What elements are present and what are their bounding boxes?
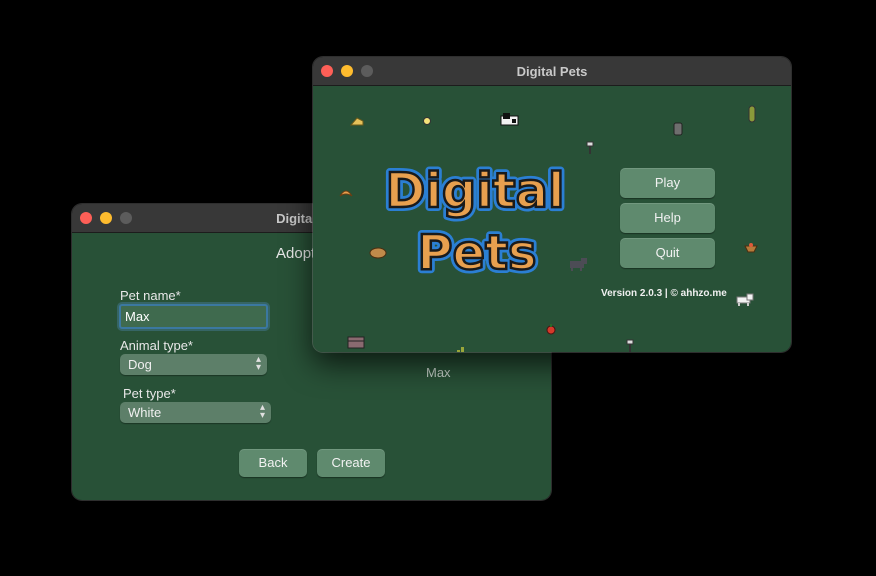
cheese-icon	[350, 117, 364, 126]
logo-line1-outline: Digital	[386, 163, 565, 219]
pet-preview-name: Max	[426, 365, 451, 380]
lamp-post-icon	[626, 339, 634, 352]
pet-type-select[interactable]: White ▴ ▾	[120, 402, 271, 423]
main-titlebar[interactable]: Digital Pets	[313, 57, 791, 86]
barrel-icon	[673, 122, 683, 136]
back-button[interactable]: Back	[239, 449, 307, 477]
animal-type-value: Dog	[128, 357, 152, 372]
pet-type-label: Pet type*	[123, 386, 176, 401]
animal-type-select[interactable]: Dog ▴ ▾	[120, 354, 267, 375]
chest-icon	[347, 336, 365, 349]
croissant-icon	[339, 190, 353, 197]
logo-line2-outline: Pets	[417, 225, 536, 281]
white-dog-icon	[736, 293, 754, 306]
apple-icon	[546, 324, 556, 335]
quit-button[interactable]: Quit	[620, 238, 715, 268]
pet-type-value: White	[128, 405, 162, 420]
bowl-icon	[744, 243, 758, 253]
lamp-post-icon	[586, 141, 594, 154]
select-chevron-icon: ▴ ▾	[255, 354, 261, 373]
play-button[interactable]: Play	[620, 168, 715, 198]
dog-icon	[570, 258, 587, 271]
digital-pets-logo: Digital Digital Pets Pets	[385, 159, 565, 283]
select-chevron-icon: ▴ ▾	[259, 402, 265, 421]
pet-name-label: Pet name*	[120, 288, 181, 303]
page-heading: Adopt	[276, 245, 316, 262]
main-menu-window: Digital Pets Digital Digital Pets Pets P…	[313, 57, 791, 352]
chick-icon	[423, 117, 431, 125]
grass-icon	[457, 347, 464, 352]
window-title: Digital Pets	[516, 64, 588, 79]
cactus-icon	[748, 105, 756, 123]
version-text: Version 2.0.3 | © ahhzo.me	[601, 288, 727, 299]
animal-type-label: Animal type*	[120, 338, 193, 353]
cow-icon	[500, 113, 519, 126]
help-button[interactable]: Help	[620, 203, 715, 233]
create-button[interactable]: Create	[317, 449, 385, 477]
pet-name-input[interactable]	[119, 304, 268, 329]
main-content: Digital Digital Pets Pets Play Help Quit…	[313, 86, 791, 352]
